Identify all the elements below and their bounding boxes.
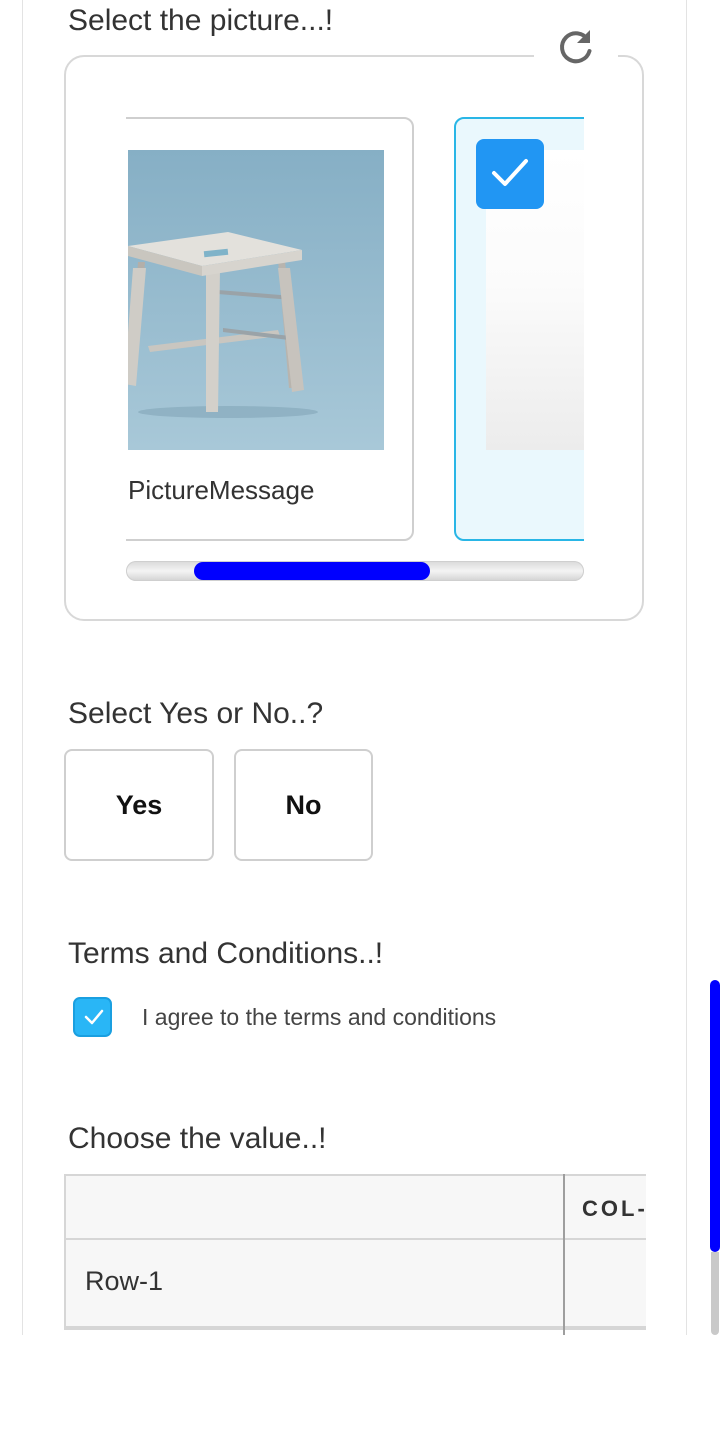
picture-scrollbar[interactable] bbox=[126, 561, 584, 581]
picture-option-2[interactable] bbox=[454, 117, 584, 541]
picture-heading: Select the picture...! bbox=[68, 4, 334, 37]
grid-row[interactable]: Row-1 bbox=[64, 1240, 646, 1328]
checkbox-check-icon bbox=[84, 1009, 104, 1025]
terms-heading: Terms and Conditions..! bbox=[68, 937, 384, 970]
terms-checkbox[interactable] bbox=[73, 997, 112, 1037]
picture-scrollbar-thumb[interactable] bbox=[194, 562, 430, 580]
no-button[interactable]: No bbox=[234, 749, 373, 861]
yes-button[interactable]: Yes bbox=[64, 749, 214, 861]
grid-row-next bbox=[64, 1328, 646, 1335]
page-scrollbar-thumb[interactable] bbox=[710, 980, 720, 1252]
card-edge-right bbox=[686, 0, 687, 1335]
grid-column-divider bbox=[563, 1174, 565, 1335]
page-scrollbar-rail bbox=[711, 1252, 719, 1335]
refresh-icon[interactable] bbox=[556, 27, 596, 67]
picture-caption: PictureMessage bbox=[128, 475, 315, 505]
stool-image bbox=[128, 150, 384, 450]
yes-no-heading: Select Yes or No..? bbox=[68, 697, 324, 730]
row-label: Row-1 bbox=[85, 1266, 164, 1296]
column-header: COL-1 bbox=[582, 1196, 646, 1221]
check-icon bbox=[492, 159, 528, 186]
selected-check-badge bbox=[476, 139, 544, 209]
terms-label[interactable]: I agree to the terms and conditions bbox=[142, 1004, 496, 1031]
value-grid: COL-1 Row-1 bbox=[64, 1174, 646, 1335]
form-viewport: Select the picture...! PictureMessage Se… bbox=[0, 0, 720, 1335]
picture-option-1[interactable]: PictureMessage bbox=[126, 117, 414, 541]
picture-carousel: PictureMessage bbox=[126, 117, 584, 542]
card-edge-left bbox=[22, 0, 23, 1335]
grid-header-row: COL-1 bbox=[64, 1174, 646, 1240]
grid-heading: Choose the value..! bbox=[68, 1122, 327, 1155]
